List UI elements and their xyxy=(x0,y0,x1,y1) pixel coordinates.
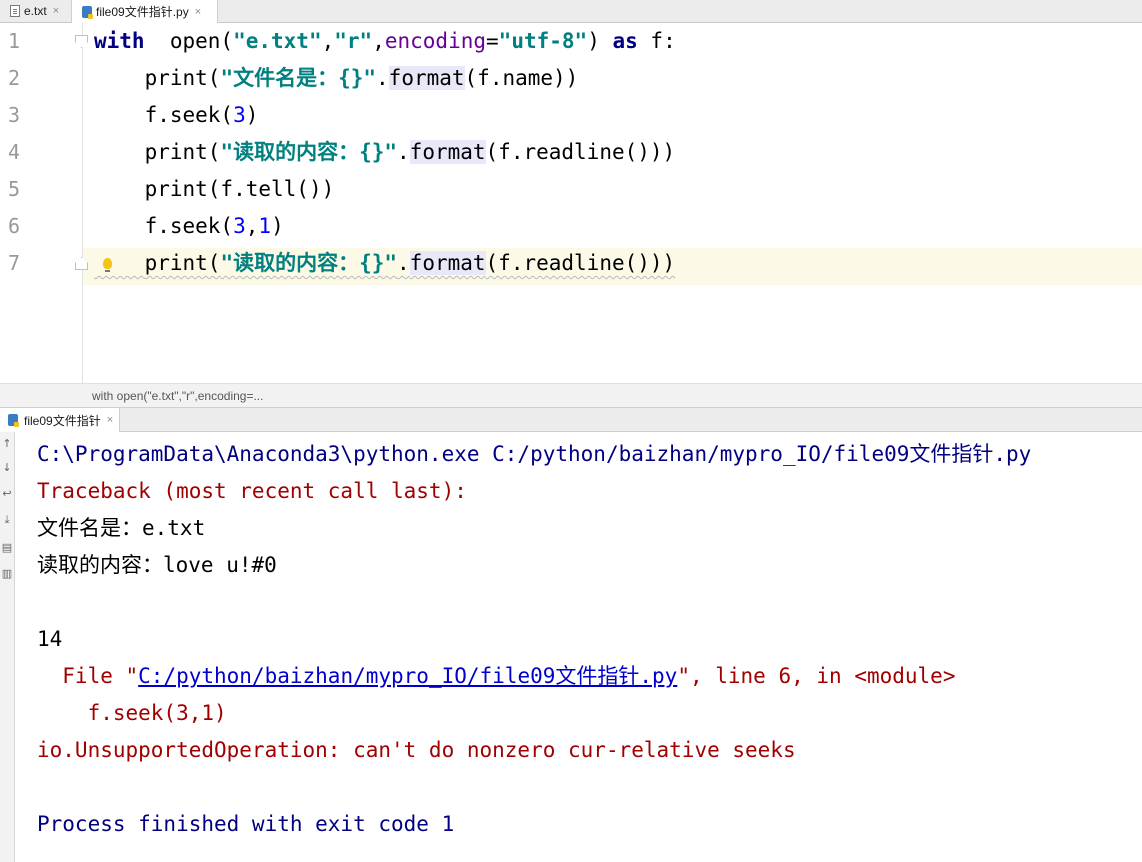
console-line: io.UnsupportedOperation: can't do nonzer… xyxy=(37,738,796,762)
code-token: print( xyxy=(144,66,221,90)
code-line[interactable]: print("读取的内容：{}".format(f.readline())) xyxy=(94,134,675,171)
line-number: 7 xyxy=(8,251,21,275)
code-token: "e.txt" xyxy=(233,29,322,53)
code-token: 3 xyxy=(233,214,246,238)
code-token: . xyxy=(397,251,410,275)
line-number: 6 xyxy=(8,214,21,238)
line-number: 1 xyxy=(8,29,21,53)
code-token: "r" xyxy=(334,29,373,53)
close-tab-icon[interactable]: × xyxy=(53,5,59,17)
code-token: . xyxy=(376,66,389,90)
code-token: open( xyxy=(144,29,234,53)
code-token: ) xyxy=(271,214,284,238)
console-line: 14 xyxy=(37,627,63,651)
console-line: f.seek(3,1) xyxy=(37,701,227,725)
code-line[interactable]: f.seek(3,1) xyxy=(94,208,284,245)
code-line[interactable]: print("文件名是：{}".format(f.name)) xyxy=(94,60,578,97)
code-token: = xyxy=(486,29,499,53)
line-number: 2 xyxy=(8,66,21,90)
traceback-file-line: File "C:/python/baizhan/mypro_IO/file09文… xyxy=(37,658,955,695)
close-tab-icon[interactable]: × xyxy=(195,6,201,18)
code-token: (f.readline())) xyxy=(485,140,676,164)
scroll-to-end-icon[interactable]: ⤓ xyxy=(1,514,13,526)
arrow-up-icon[interactable]: ↑ xyxy=(1,438,13,450)
code-token: print( xyxy=(144,251,221,275)
console-line: Traceback (most recent call last): xyxy=(37,479,467,503)
text-file-icon xyxy=(10,5,20,17)
fold-marker-icon[interactable] xyxy=(75,35,88,48)
console-line: C:\ProgramData\Anaconda3\python.exe C:/p… xyxy=(37,442,1032,466)
code-line[interactable]: with open("e.txt","r",encoding="utf-8") … xyxy=(94,23,676,60)
code-token: (f.name)) xyxy=(464,66,579,90)
code-token: , xyxy=(245,214,259,238)
tab-file09[interactable]: file09文件指针.py × xyxy=(72,0,218,23)
tab-e-txt[interactable]: e.txt × xyxy=(0,0,72,22)
code-token: format xyxy=(409,140,486,164)
code-token: "读取的内容：{}" xyxy=(220,251,398,275)
line-number-gutter: 1 2 3 4 5 6 7 xyxy=(0,23,88,383)
python-file-icon xyxy=(82,5,93,19)
console-text: File " xyxy=(37,664,139,688)
breadcrumb[interactable]: with open("e.txt","r",encoding=... xyxy=(0,383,1142,407)
trash-icon[interactable]: ▥ xyxy=(1,568,13,580)
print-icon[interactable]: ▤ xyxy=(1,542,13,554)
console-toolbar: ↑ ↓ ↩ ⤓ ▤ ▥ xyxy=(0,432,15,862)
code-line[interactable]: print("读取的内容：{}".format(f.readline())) xyxy=(94,245,675,282)
code-token: 1 xyxy=(258,214,272,238)
code-token: (f.readline())) xyxy=(485,251,676,275)
python-file-icon xyxy=(8,414,19,427)
soft-wrap-icon[interactable]: ↩ xyxy=(1,488,13,500)
run-console[interactable]: ↑ ↓ ↩ ⤓ ▤ ▥ C:\ProgramData\Anaconda3\pyt… xyxy=(0,432,1142,862)
code-token: format xyxy=(409,251,486,275)
run-tab-label: file09文件指针 xyxy=(24,413,101,428)
code-token: , xyxy=(321,29,335,53)
console-line: Process finished with exit code 1 xyxy=(37,812,455,836)
tab-label: e.txt xyxy=(24,4,47,18)
file-link[interactable]: C:/python/baizhan/mypro_IO/file09文件指针.py xyxy=(138,664,677,688)
code-token: f.seek( xyxy=(144,214,234,238)
code-line[interactable]: f.seek(3) xyxy=(94,97,259,134)
arrow-down-icon[interactable]: ↓ xyxy=(1,462,13,474)
code-token: ) xyxy=(245,103,259,127)
code-token: "文件名是：{}" xyxy=(220,66,377,90)
code-editor[interactable]: 1 2 3 4 5 6 7 with open("e.txt","r",enco… xyxy=(0,23,1142,383)
console-line: 文件名是：e.txt xyxy=(37,516,206,540)
code-token: print(f.tell()) xyxy=(144,177,335,201)
code-token: f: xyxy=(637,29,676,53)
code-token: . xyxy=(397,140,410,164)
run-tab-bar: file09文件指针 × xyxy=(0,407,1142,432)
code-token: "utf-8" xyxy=(498,29,588,53)
tab-label: file09文件指针.py xyxy=(96,5,189,19)
close-run-tab-icon[interactable]: × xyxy=(107,414,113,426)
line-number: 4 xyxy=(8,140,21,164)
code-token: format xyxy=(388,66,465,90)
code-token: with xyxy=(94,29,145,53)
code-line[interactable]: print(f.tell()) xyxy=(94,171,335,208)
code-token: as xyxy=(612,29,638,53)
code-token: ) xyxy=(587,29,613,53)
console-text: ", line 6, in <module> xyxy=(677,664,956,688)
run-tab[interactable]: file09文件指针 × xyxy=(0,408,121,432)
editor-tab-bar: e.txt × file09文件指针.py × xyxy=(0,0,1142,23)
code-token: 3 xyxy=(233,103,246,127)
line-number: 5 xyxy=(8,177,21,201)
code-token: "读取的内容：{}" xyxy=(220,140,398,164)
line-number: 3 xyxy=(8,103,21,127)
code-token: , xyxy=(372,29,385,53)
code-token: f.seek( xyxy=(144,103,234,127)
code-token: print( xyxy=(144,140,221,164)
code-token: encoding xyxy=(384,29,487,53)
console-line: 读取的内容：love u!#0 xyxy=(37,553,277,577)
